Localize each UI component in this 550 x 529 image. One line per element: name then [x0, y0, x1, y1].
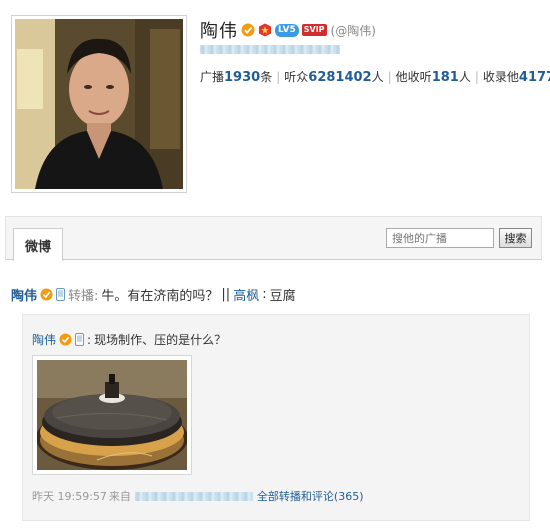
- stat-label: 他收听: [395, 70, 432, 84]
- reply-colon: :: [262, 287, 267, 302]
- quote-line: 陶伟 : 现场制作、压的是什么？: [32, 331, 226, 348]
- quoted-footer: 昨天 19:59:57 来自 全部转播和评论(365): [32, 488, 363, 504]
- post-line: 陶伟 转播: 牛。有在济南的吗？ || 高枫: 豆腐: [11, 285, 296, 304]
- profile-avatar-frame[interactable]: [11, 15, 187, 193]
- all-reposts-link[interactable]: 全部转播和评论(365): [257, 488, 364, 504]
- stat-collected[interactable]: 收录他4177: [483, 68, 550, 85]
- search-input[interactable]: [386, 228, 494, 248]
- stat-following[interactable]: 他收听 181 人: [396, 68, 471, 85]
- verified-v-icon[interactable]: [59, 333, 72, 346]
- verified-v-icon[interactable]: [241, 23, 255, 37]
- redacted-signature: [200, 45, 340, 54]
- svip-badge[interactable]: SVIP: [301, 24, 327, 36]
- quoted-text: 现场制作、压的是什么？: [94, 333, 227, 347]
- mobile-phone-icon: [75, 333, 85, 346]
- quoted-post: 陶伟 : 现场制作、压的是什么？ 昨天 19:59:57 来自 全部转播和评论(…: [22, 314, 530, 521]
- stat-unit: 人: [458, 70, 471, 84]
- profile-stats: 广播1930条 | 听众6281402人 | 他收听181人 | 收录他4177: [200, 68, 550, 86]
- stat-broadcasts[interactable]: 广播 1930 条: [200, 68, 272, 85]
- mobile-phone-icon: [56, 288, 66, 301]
- search-button[interactable]: 搜索: [499, 228, 532, 248]
- stat-label: 收录他: [482, 70, 519, 84]
- millstone-photo[interactable]: [37, 360, 187, 470]
- stat-value: 4177: [518, 70, 550, 85]
- reply-author-link[interactable]: 高枫: [233, 285, 259, 304]
- stat-divider: |: [387, 69, 392, 84]
- profile-name-row: 陶伟 LV5 SVIP (@陶伟): [200, 18, 376, 42]
- stat-label: 听众: [284, 70, 309, 84]
- stat-unit: 条: [260, 70, 273, 84]
- post-text: 牛。有在济南的吗？: [101, 289, 219, 304]
- repost-separator: ||: [221, 287, 231, 302]
- tab-bar: 微博 搜索: [5, 216, 542, 261]
- quoted-author-link[interactable]: 陶伟: [32, 331, 56, 348]
- level-badge[interactable]: LV5: [275, 23, 299, 37]
- stat-value: 6281402: [308, 70, 372, 85]
- post-timestamp[interactable]: 昨天 19:59:57: [32, 488, 107, 504]
- source-prefix: 来自: [108, 490, 131, 503]
- reply-text: 豆腐: [269, 289, 296, 304]
- profile-name: 陶伟: [200, 21, 238, 42]
- tab-weibo[interactable]: 微博: [13, 228, 63, 261]
- stat-divider: |: [474, 69, 479, 84]
- stat-value: 181: [431, 70, 459, 85]
- quoted-image-frame[interactable]: [32, 355, 192, 475]
- stat-listeners[interactable]: 听众 6281402 人: [284, 68, 383, 85]
- r-badge-icon[interactable]: [258, 23, 272, 37]
- post-author-link[interactable]: 陶伟: [11, 285, 37, 304]
- verified-v-icon[interactable]: [40, 288, 53, 301]
- stat-divider: |: [276, 69, 281, 84]
- stat-label: 广播: [200, 70, 225, 84]
- quoted-colon: :: [87, 332, 92, 347]
- profile-handle: (@陶伟): [330, 23, 376, 38]
- avatar[interactable]: [15, 19, 183, 189]
- redacted-source: [134, 491, 253, 501]
- repost-label: 转播:: [68, 289, 99, 304]
- stat-unit: 人: [371, 70, 384, 84]
- stat-value: 1930: [224, 70, 261, 85]
